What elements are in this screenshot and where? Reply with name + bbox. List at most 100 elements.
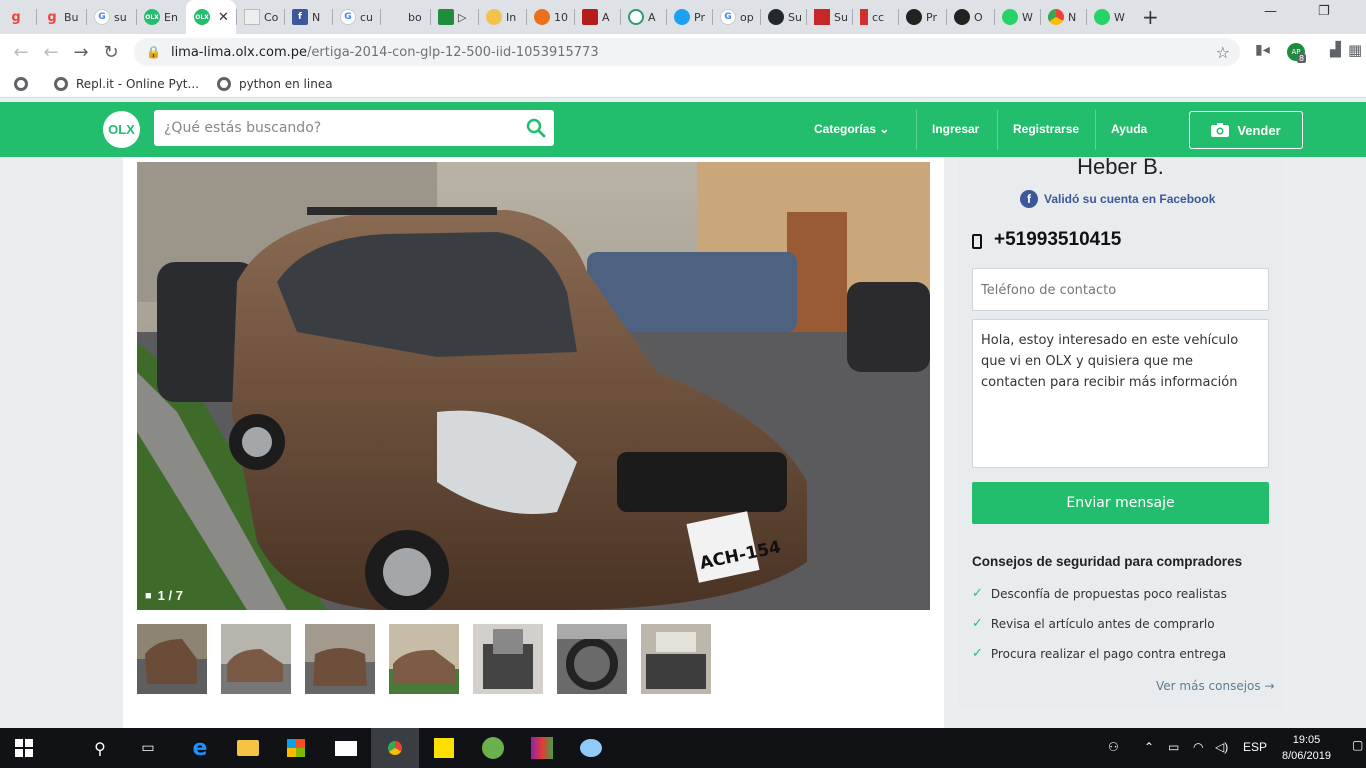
olx-logo[interactable]: OLX [103, 111, 140, 148]
thumbnail[interactable] [305, 624, 375, 694]
bookmark-item[interactable]: python en linea [216, 76, 333, 91]
browser-tab[interactable]: g [0, 0, 36, 34]
search-box [154, 110, 554, 146]
browser-toolbar: ← ← → ↻ 🔒 lima-lima.olx.com.pe/ertiga-20… [0, 34, 1366, 70]
thumbnail[interactable] [473, 624, 543, 694]
lock-icon: 🔒 [146, 45, 161, 59]
page-icon [244, 9, 260, 25]
browser-tab[interactable]: Su [760, 0, 806, 34]
notifications-icon[interactable]: ▢ [1352, 738, 1363, 752]
browser-tab[interactable]: O [946, 0, 994, 34]
browser-tab[interactable]: Pr [898, 0, 946, 34]
thumbnail[interactable] [221, 624, 291, 694]
message-textarea[interactable]: Hola, estoy interesado en este vehículo … [972, 319, 1269, 468]
chevron-up-icon[interactable]: ⌃ [1144, 740, 1154, 754]
nav-categorias[interactable]: Categorías ⌄ [814, 122, 889, 136]
new-tab-icon[interactable]: + [1142, 5, 1159, 29]
start-button[interactable] [0, 728, 48, 768]
bookmark-item[interactable]: Repl.it - Online Pyt... [54, 76, 199, 91]
nav-divider [997, 110, 998, 150]
thumbnail[interactable] [389, 624, 459, 694]
close-icon[interactable]: ✕ [218, 10, 229, 25]
vender-button[interactable]: Vender [1189, 111, 1303, 149]
clock[interactable]: 19:05 8/06/2019 [1282, 732, 1331, 764]
more-tips-link[interactable]: Ver más consejos → [1156, 679, 1275, 693]
browser-tab[interactable]: bo [380, 0, 430, 34]
camera-icon[interactable]: ▮◂ [1255, 42, 1270, 58]
reload-icon[interactable]: ↻ [96, 42, 126, 63]
browser-tab[interactable]: W [1086, 0, 1134, 34]
browser-tab-strip: g g Bu Gsu OLX En OLX ✕ Co fN Gcu bo ▷ In 1… [0, 0, 1366, 34]
browser-tab[interactable]: cc [852, 0, 898, 34]
taskbar-app[interactable] [469, 728, 517, 768]
back-arrow-icon[interactable]: ← [6, 42, 36, 63]
nav-ingresar[interactable]: Ingresar [932, 122, 979, 136]
browser-tab[interactable]: ▷ [430, 0, 478, 34]
paint-icon [580, 739, 602, 757]
green-icon [438, 9, 454, 25]
forward-arrow-icon[interactable]: → [66, 42, 96, 63]
thumbnail[interactable] [557, 624, 627, 694]
olx-icon: OLX [194, 9, 210, 25]
taskbar-app[interactable] [272, 728, 320, 768]
back-history-icon[interactable]: ← [36, 42, 66, 63]
nav-ayuda[interactable]: Ayuda [1111, 122, 1147, 136]
replit-icon [54, 76, 68, 91]
volume-icon[interactable]: ◁) [1215, 740, 1228, 754]
bookmarks-bar: Repl.it - Online Pyt... python en linea [0, 70, 1366, 98]
main-photo[interactable]: ACH-154 [137, 162, 930, 610]
extension-grid-icon[interactable]: ▦ [1348, 41, 1362, 59]
browser-tab[interactable]: A [574, 0, 620, 34]
minimize-icon[interactable]: — [1264, 4, 1277, 19]
browser-tab[interactable]: Gcu [332, 0, 380, 34]
browser-tab[interactable]: A [620, 0, 666, 34]
browser-tab[interactable]: W [994, 0, 1040, 34]
browser-tab[interactable]: fN [284, 0, 332, 34]
whatsapp-icon [1002, 9, 1018, 25]
wifi-icon[interactable]: ◠ [1193, 740, 1203, 754]
address-bar[interactable]: 🔒 lima-lima.olx.com.pe/ertiga-2014-con-g… [134, 38, 1240, 66]
browser-tab[interactable]: Co [236, 0, 284, 34]
restore-icon[interactable]: ❐ [1318, 4, 1330, 19]
browser-tab[interactable]: g Bu [36, 0, 86, 34]
send-message-button[interactable]: Enviar mensaje [972, 482, 1269, 524]
taskbar-app[interactable] [420, 728, 468, 768]
safety-tips-title: Consejos de seguridad para compradores [972, 554, 1243, 569]
browser-tab[interactable]: 10 [526, 0, 574, 34]
nav-registrarse[interactable]: Registrarse [1013, 122, 1079, 136]
thumbnail[interactable] [641, 624, 711, 694]
search-taskbar-button[interactable]: ⚲ [76, 728, 124, 768]
taskbar-app[interactable] [322, 728, 370, 768]
taskbar-app[interactable] [224, 728, 272, 768]
car-photo: ACH-154 [137, 162, 930, 610]
browser-tab[interactable]: Gsu [86, 0, 136, 34]
bookmark-item[interactable] [14, 76, 36, 91]
search-input[interactable] [154, 120, 514, 136]
browser-tab-active[interactable]: OLX ✕ [186, 0, 236, 34]
taskbar-app[interactable] [518, 728, 566, 768]
taskbar-app-chrome[interactable] [371, 728, 419, 768]
browser-tab[interactable]: Su [806, 0, 852, 34]
edge-icon: e [192, 735, 208, 761]
nav-divider [916, 110, 917, 150]
browser-tab[interactable]: Gop [712, 0, 760, 34]
bookmark-star-icon[interactable]: ☆ [1216, 43, 1230, 62]
thumbnail[interactable] [137, 624, 207, 694]
browser-tab[interactable]: N [1040, 0, 1086, 34]
battery-icon[interactable]: ▭ [1168, 740, 1179, 754]
seller-phone[interactable]: +51993510415 [972, 229, 1121, 251]
github-icon [768, 9, 784, 25]
extension-icon[interactable]: ▟ [1330, 42, 1341, 58]
search-icon[interactable] [526, 118, 546, 138]
browser-tab[interactable]: OLX En [136, 0, 186, 34]
browser-tab[interactable]: Pr [666, 0, 712, 34]
people-icon[interactable]: ⚇ [1108, 740, 1119, 754]
check-icon: ✓ [972, 586, 983, 601]
contact-phone-field[interactable]: Teléfono de contacto [972, 268, 1269, 311]
taskbar-app[interactable]: e [176, 728, 224, 768]
taskbar-app[interactable] [567, 728, 615, 768]
task-view-button[interactable]: ▭ [124, 728, 172, 768]
browser-tab[interactable]: In [478, 0, 526, 34]
phone-icon [972, 233, 982, 249]
language-indicator[interactable]: ESP [1243, 740, 1267, 754]
